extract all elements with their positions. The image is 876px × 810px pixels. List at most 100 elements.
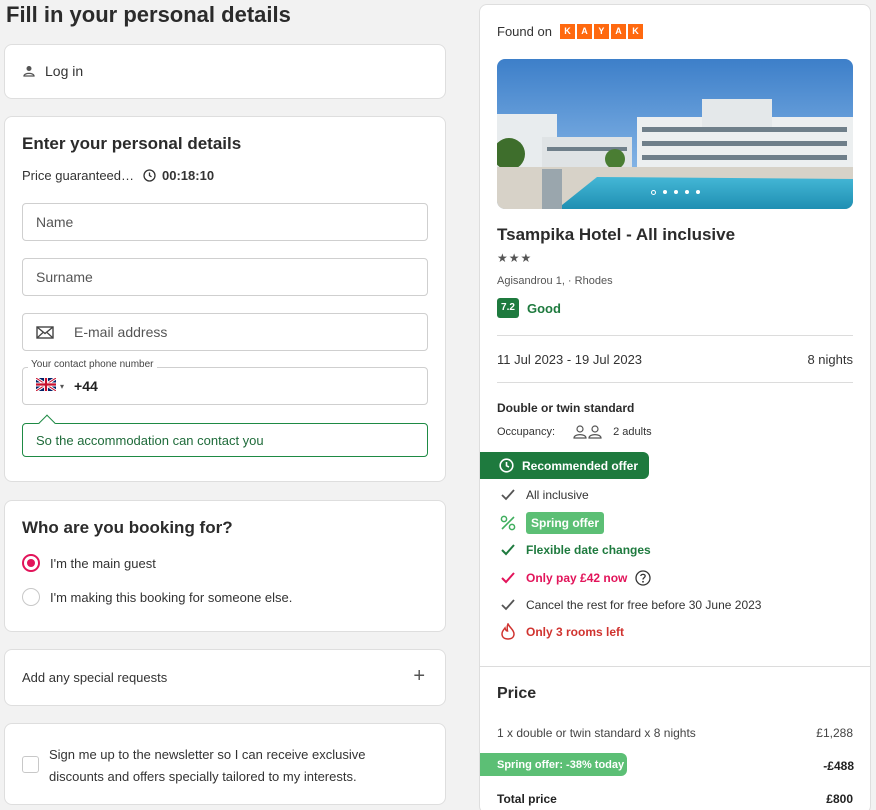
hotel-name: Tsampika Hotel - All inclusive <box>497 225 736 244</box>
newsletter-text: Sign me up to the newsletter so I can re… <box>49 747 366 784</box>
feature-text: Only 3 rooms left <box>526 624 625 639</box>
personal-details-card: Enter your personal details Price guaran… <box>4 116 446 482</box>
stay-dates: 11 Jul 2023 - 19 Jul 2023 8 nights <box>497 352 853 367</box>
uk-flag-icon[interactable] <box>35 376 57 394</box>
found-on-label: Found on <box>497 24 552 39</box>
recommended-label: Recommended offer <box>522 458 639 473</box>
special-requests-label: Add any special requests <box>22 670 168 685</box>
login-link[interactable]: Log in <box>23 63 83 79</box>
check-icon <box>499 599 517 611</box>
rating-text: Good <box>527 300 561 316</box>
phone-hint: So the accommodation can contact you <box>22 414 428 457</box>
kayak-letter: Y <box>593 24 609 39</box>
feature-all-inclusive: All inclusive <box>499 488 589 502</box>
occupancy-label: Occupancy: <box>497 426 556 438</box>
price-guarantee: Price guaranteed… 00:18:10 <box>22 168 214 183</box>
hint-arrow <box>38 414 56 432</box>
divider <box>497 335 853 336</box>
newsletter-checkbox[interactable] <box>22 756 39 773</box>
name-field[interactable]: Name <box>22 203 428 241</box>
price-line-value: £1,288 <box>816 726 853 740</box>
feature-free-cancellation: Cancel the rest for free before 30 June … <box>499 598 761 612</box>
price-line: 1 x double or twin standard x 8 nights £… <box>497 726 853 740</box>
feature-text: Flexible date changes <box>526 543 651 557</box>
adults-icon <box>573 425 602 439</box>
feature-pay-now: Only pay £42 now <box>499 570 652 586</box>
radio-button[interactable] <box>22 554 40 572</box>
user-icon <box>23 66 35 77</box>
room-type: Double or twin standard <box>497 401 635 415</box>
date-range: 11 Jul 2023 - 19 Jul 2023 <box>497 352 643 367</box>
radio-label: I'm making this booking for someone else… <box>50 589 293 605</box>
found-on: Found on K A Y A K <box>497 24 645 39</box>
login-card[interactable]: Log in <box>4 44 446 99</box>
kayak-letter: K <box>627 24 643 39</box>
radio-someone-else[interactable]: I'm making this booking for someone else… <box>22 588 292 606</box>
plus-icon[interactable]: + <box>413 665 425 688</box>
section-title: Who are you booking for? <box>22 518 233 537</box>
feature-rooms-left: Only 3 rooms left <box>499 623 624 640</box>
phone-hint-text: So the accommodation can contact you <box>36 432 264 448</box>
occupancy: Occupancy: 2 adults <box>497 425 652 439</box>
carousel-dot[interactable] <box>662 190 667 194</box>
name-placeholder: Name <box>36 214 74 230</box>
countdown-timer: 00:18:10 <box>162 168 215 183</box>
feature-spring-offer: Spring offer <box>499 512 604 534</box>
booking-summary-panel: Found on K A Y A K Tsampika Hotel - All … <box>479 4 871 810</box>
radio-button[interactable] <box>22 588 40 606</box>
price-title: Price <box>497 685 537 702</box>
page-title: Fill in your personal details <box>6 2 291 27</box>
discount-value: -£488 <box>823 759 854 773</box>
spring-offer-badge: Spring offer <box>526 512 604 534</box>
review-score: 7.2 Good <box>497 298 561 318</box>
email-placeholder: E-mail address <box>74 324 168 340</box>
price-guarantee-label: Price guaranteed… <box>22 168 135 183</box>
check-icon <box>499 544 517 556</box>
carousel-dot[interactable] <box>673 190 678 194</box>
spring-offer-banner: Spring offer: -38% today <box>480 753 627 776</box>
feature-text: Only pay £42 now <box>526 571 628 585</box>
total-value: £800 <box>826 792 853 806</box>
feature-text: Cancel the rest for free before 30 June … <box>526 598 762 612</box>
clock-icon <box>143 169 156 182</box>
hotel-photo[interactable] <box>497 59 853 209</box>
special-requests-card[interactable]: Add any special requests + <box>4 649 446 706</box>
chevron-down-icon[interactable]: ▾ <box>60 382 64 391</box>
carousel-dots[interactable] <box>497 190 853 195</box>
check-icon <box>499 572 517 584</box>
kayak-logo: K A Y A K <box>559 24 645 39</box>
nights-count: 8 nights <box>807 352 853 367</box>
surname-placeholder: Surname <box>36 269 93 285</box>
kayak-letter: A <box>610 24 626 39</box>
check-icon <box>499 489 517 501</box>
phone-country-code: +44 <box>74 378 98 394</box>
carousel-dot[interactable] <box>650 190 656 195</box>
kayak-letter: K <box>559 24 575 39</box>
phone-field-label: Your contact phone number <box>28 359 157 370</box>
price-breakdown: Price 1 x double or twin standard x 8 ni… <box>480 666 870 810</box>
question-icon[interactable] <box>635 570 652 586</box>
login-label: Log in <box>45 63 84 79</box>
email-field[interactable]: E-mail address <box>22 313 428 351</box>
kayak-letter: A <box>576 24 592 39</box>
hotel-address: Agisandrou 1, · Rhodes <box>497 275 613 287</box>
carousel-dot[interactable] <box>695 190 700 194</box>
divider <box>497 382 853 383</box>
booking-for-card: Who are you booking for? I'm the main gu… <box>4 500 446 632</box>
price-line-label: 1 x double or twin standard x 8 nights <box>497 726 696 740</box>
surname-field[interactable]: Surname <box>22 258 428 296</box>
carousel-dot[interactable] <box>684 190 689 194</box>
recommended-offer-banner: Recommended offer <box>480 452 649 479</box>
star-rating-icon: ★★★ <box>497 251 533 265</box>
radio-label: I'm the main guest <box>50 555 156 571</box>
section-title: Enter your personal details <box>22 134 242 153</box>
feature-flexible-dates: Flexible date changes <box>499 543 651 557</box>
clock-icon <box>499 458 514 473</box>
flame-icon <box>499 623 517 640</box>
total-price-row: Total price £800 <box>497 792 853 806</box>
feature-text: All inclusive <box>526 488 589 502</box>
rating-badge: 7.2 <box>497 298 519 318</box>
total-label: Total price <box>497 792 557 806</box>
radio-main-guest[interactable]: I'm the main guest <box>22 554 156 572</box>
phone-field[interactable]: Your contact phone number ▾ +44 <box>22 359 428 405</box>
